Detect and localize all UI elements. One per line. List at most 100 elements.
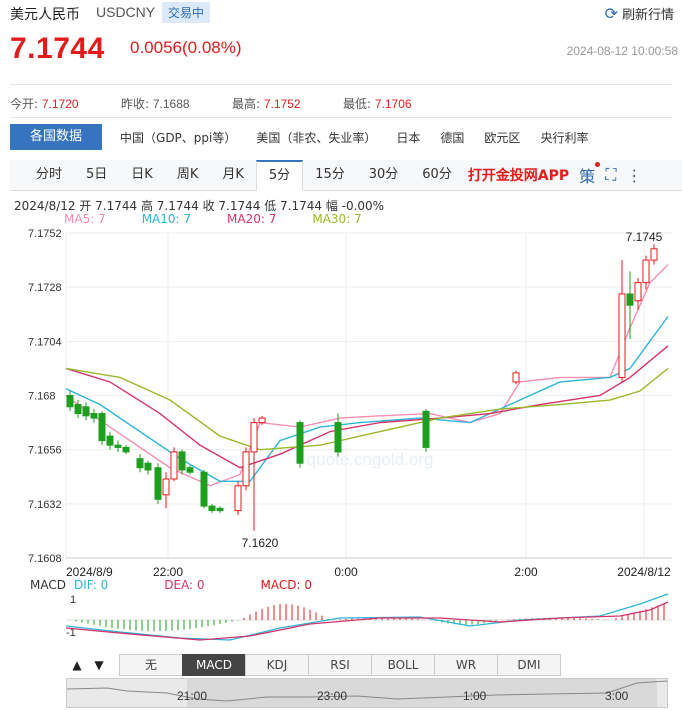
tab-5min[interactable]: 5分 [255, 159, 304, 191]
candle-down [178, 451, 186, 471]
scroll-up-button[interactable]: ▲ [66, 654, 88, 676]
low-annotation: 7.1620 [242, 536, 279, 550]
nav-tick-3: 3:00 [605, 689, 629, 703]
candle-up [250, 422, 258, 453]
candle-down [334, 422, 342, 453]
y-tick-label: 7.1608 [28, 553, 62, 565]
candle-down [106, 435, 114, 446]
scroll-down-button[interactable]: ▼ [88, 654, 110, 676]
current-price: 7.1744 [10, 32, 105, 65]
candle-up [618, 293, 626, 378]
x-tick-label: 2:00 [514, 565, 538, 579]
high-annotation: 7.1745 [626, 230, 663, 244]
period-tabs: 分时 5日 日K 周K 月K 5分 15分 30分 60分 打开金投网APP 策… [10, 159, 682, 191]
candle-down [98, 413, 106, 442]
ma10-label: MA10: 7 [141, 212, 192, 226]
chart-watermark: quote.cngold.org [307, 450, 434, 469]
tab-weekly-k[interactable]: 周K [165, 160, 211, 190]
instrument-name: 美元人民币 [10, 7, 80, 23]
y-tick-label: 7.1656 [28, 445, 62, 457]
strategy-button[interactable]: 策 [579, 162, 601, 187]
candle-down [136, 458, 144, 469]
tab-30min[interactable]: 30分 [357, 160, 411, 190]
tab-60min[interactable]: 60分 [410, 160, 464, 190]
nav-central-bank-rates[interactable]: 央行利率 [530, 129, 598, 146]
candle-down [216, 507, 224, 512]
tab-monthly-k[interactable]: 月K [210, 160, 256, 190]
nav-china[interactable]: 中国（GDP、ppi等） [110, 129, 246, 146]
instrument-code: USDCNY [96, 4, 156, 20]
refresh-button[interactable]: ⟳ 刷新行情 [605, 4, 674, 23]
y-tick-label: 7.1632 [28, 499, 62, 511]
candle-down [154, 467, 162, 500]
candle-down [114, 444, 122, 448]
candle-down [90, 413, 98, 419]
refresh-label: 刷新行情 [621, 8, 674, 23]
indicator-boll[interactable]: BOLL [371, 654, 435, 676]
trading-status-badge: 交易中 [162, 2, 211, 23]
candle-down [74, 404, 82, 415]
indicator-kdj[interactable]: KDJ [245, 654, 309, 676]
chart-grid [65, 232, 672, 559]
quote-prev-close: 昨收: 7.1688 [121, 97, 190, 111]
data-nav: 各国数据 中国（GDP、ppi等） 美国（非农、失业率） 日本 德国 欧元区 央… [10, 124, 672, 150]
tab-5day[interactable]: 5日 [74, 160, 119, 190]
nav-tick-2: 1:00 [463, 689, 487, 703]
nav-eurozone[interactable]: 欧元区 [474, 129, 530, 146]
indicator-dmi[interactable]: DMI [497, 654, 561, 676]
divider [10, 117, 672, 118]
candle-up [512, 372, 520, 383]
quote-high: 最高: 7.1752 [232, 97, 301, 111]
nav-country-data[interactable]: 各国数据 [10, 124, 103, 150]
dea-line [65, 601, 669, 641]
candle-down [422, 410, 430, 448]
candle-down [626, 293, 634, 306]
y-tick-label: 7.1752 [28, 228, 62, 240]
open-app-link[interactable]: 打开金投网APP [468, 165, 569, 185]
notification-dot [595, 162, 601, 167]
candle-down [66, 395, 74, 408]
nav-germany[interactable]: 德国 [430, 129, 474, 146]
y-tick-label: 7.1704 [28, 336, 62, 348]
fullscreen-icon[interactable]: ⛶ [605, 165, 616, 185]
navigator-svg: 21:00 23:00 1:00 3:00 [66, 679, 668, 707]
indicator-rsi[interactable]: RSI [308, 654, 372, 676]
tab-timeshare[interactable]: 分时 [24, 160, 74, 190]
ma30-label: MA30: 7 [312, 212, 362, 226]
nav-tick-0: 21:00 [177, 689, 207, 703]
nav-japan[interactable]: 日本 [386, 129, 430, 146]
candle-up [162, 478, 170, 496]
candle-up [634, 282, 642, 302]
more-menu-icon[interactable]: ⋮ [626, 166, 642, 185]
x-tick-label: 2024/8/9 [66, 565, 113, 579]
candle-down [186, 467, 194, 473]
indicator-none[interactable]: 无 [119, 654, 183, 676]
y-tick-label: 7.168 [28, 391, 56, 403]
ma-legend: MA5: 7 MA10: 7 MA20: 7 MA30: 7 [64, 212, 398, 226]
nav-tick-1: 23:00 [317, 689, 347, 703]
indicator-bar: ▲ ▼ 无 MACD KDJ RSI BOLL WR DMI [66, 654, 666, 676]
indicator-macd[interactable]: MACD [182, 654, 246, 676]
candle-down [122, 446, 130, 453]
divider [10, 84, 672, 85]
indicator-wr[interactable]: WR [434, 654, 498, 676]
tab-15min[interactable]: 15分 [303, 160, 357, 190]
candle-down [296, 422, 304, 464]
nav-usa[interactable]: 美国（非农、失业率） [246, 129, 386, 146]
quote-low: 最低: 7.1706 [343, 97, 412, 111]
candle-down [82, 406, 90, 417]
tab-daily-k[interactable]: 日K [119, 160, 165, 190]
candlestick-chart[interactable]: 7.1752 7.1728 7.1704 7.168 7.1656 7.1632 7.160… [0, 225, 682, 580]
candle-down [200, 471, 208, 507]
macd-chart[interactable]: 1 -1 [0, 590, 682, 652]
macd-tick-top: 1 [70, 594, 76, 606]
x-tick-label: 0:00 [334, 565, 358, 579]
quote-timestamp: 2024-08-12 10:00:58 [566, 44, 678, 58]
price-change: 0.0056(0.08%) [130, 38, 242, 57]
candle-up [242, 451, 250, 487]
candle-up [234, 485, 242, 512]
range-navigator[interactable]: 21:00 23:00 1:00 3:00 [66, 678, 668, 708]
candle-down [208, 505, 216, 512]
candle-up [650, 248, 658, 261]
candle-down [144, 462, 152, 471]
